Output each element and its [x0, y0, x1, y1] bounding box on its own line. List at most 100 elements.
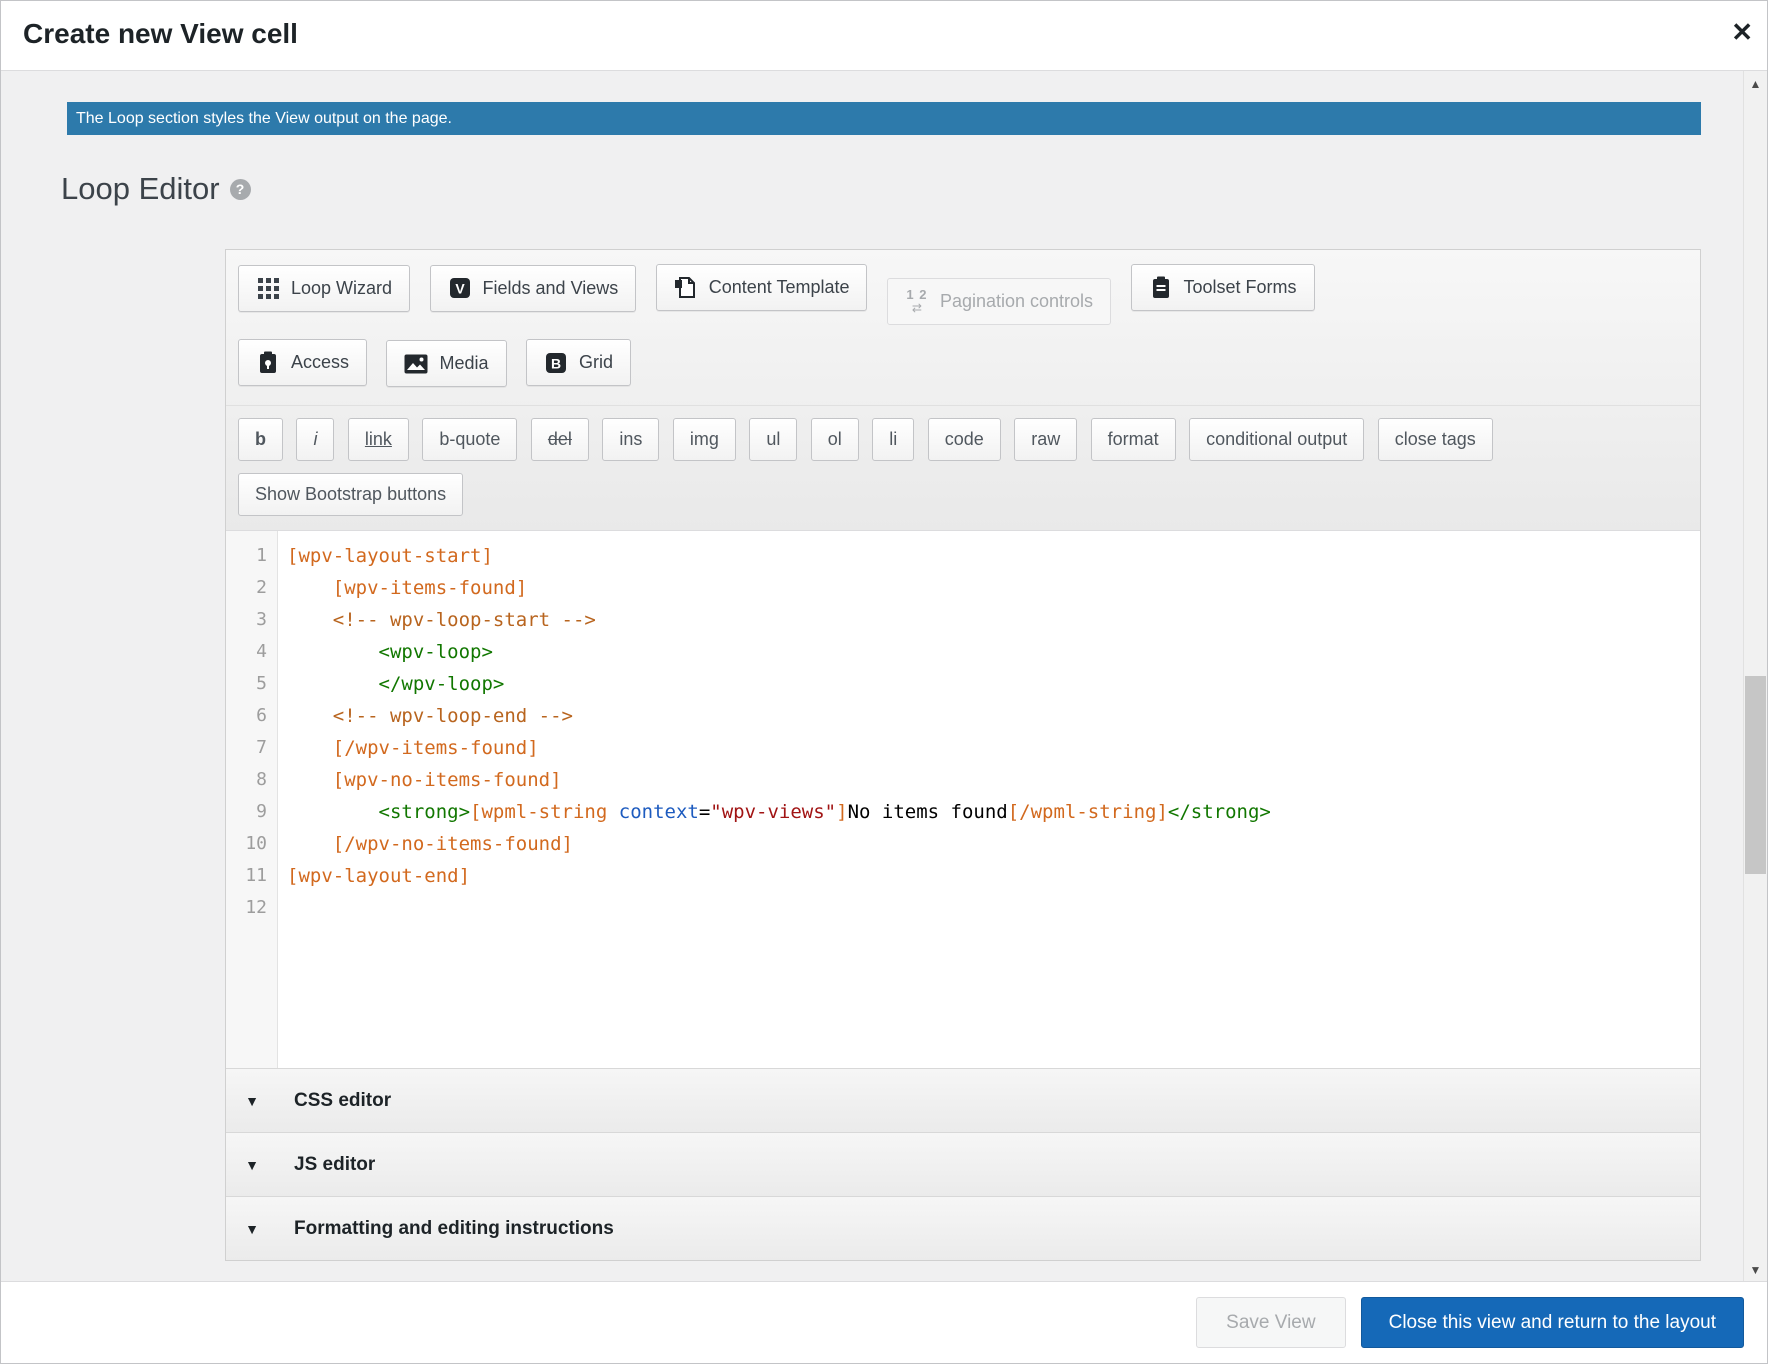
chevron-down-icon[interactable]: ▼: [226, 1157, 278, 1173]
css-editor-label: CSS editor: [294, 1090, 391, 1112]
close-and-return-button[interactable]: Close this view and return to the layout: [1361, 1297, 1744, 1348]
code-line: <!-- wpv-loop-end -->: [287, 700, 1700, 732]
loop-editor-panel: Loop Wizard V Fields and Views: [225, 249, 1701, 1261]
line-number: 1: [226, 540, 277, 572]
quicktag-del[interactable]: del: [531, 418, 589, 461]
quicktags-row: b i link b-quote del ins img ul ol li co…: [238, 418, 1688, 461]
content-template-icon: [674, 276, 698, 300]
content-template-label: Content Template: [709, 277, 850, 298]
access-icon: [256, 350, 280, 374]
dialog-header: Create new View cell ✕: [1, 1, 1767, 71]
close-icon[interactable]: ✕: [1731, 19, 1753, 45]
help-icon[interactable]: ?: [230, 179, 251, 200]
scroll-up-icon[interactable]: ▲: [1744, 71, 1767, 97]
loop-wizard-label: Loop Wizard: [291, 278, 392, 299]
quicktag-conditional-output[interactable]: conditional output: [1189, 418, 1364, 461]
code-line: <wpv-loop>: [287, 636, 1700, 668]
formatting-instructions-bar[interactable]: ▼ Formatting and editing instructions: [226, 1196, 1700, 1260]
grid-icon: [256, 277, 280, 301]
bootstrap-row: Show Bootstrap buttons: [238, 473, 1688, 516]
pagination-controls-button[interactable]: 1 2 ⇄ Pagination controls: [887, 278, 1111, 325]
line-number: 2: [226, 572, 277, 604]
dialog-body: The Loop section styles the View output …: [1, 71, 1745, 1283]
access-button[interactable]: Access: [238, 339, 367, 386]
quicktag-li[interactable]: li: [872, 418, 914, 461]
formatting-instructions-label: Formatting and editing instructions: [294, 1218, 614, 1240]
toolbar-row-2: Access Media: [238, 339, 1688, 388]
toolset-forms-icon: [1149, 276, 1173, 300]
js-editor-bar[interactable]: ▼ JS editor: [226, 1132, 1700, 1196]
grid-button[interactable]: B Grid: [526, 339, 631, 386]
line-number: 8: [226, 764, 277, 796]
svg-text:B: B: [551, 355, 561, 371]
quicktag-format[interactable]: format: [1091, 418, 1176, 461]
quicktag-bold[interactable]: b: [238, 418, 283, 461]
line-number: 5: [226, 668, 277, 700]
media-button[interactable]: Media: [386, 340, 506, 387]
show-bootstrap-buttons-button[interactable]: Show Bootstrap buttons: [238, 473, 463, 516]
media-label: Media: [439, 353, 488, 374]
pagination-icon: 1 2 ⇄: [905, 289, 929, 313]
quicktag-close-tags[interactable]: close tags: [1378, 418, 1493, 461]
quicktag-link[interactable]: link: [348, 418, 409, 461]
svg-text:V: V: [455, 281, 465, 297]
code-line: </wpv-loop>: [287, 668, 1700, 700]
editor-toolbars: Loop Wizard V Fields and Views: [226, 250, 1700, 530]
grid-b-icon: B: [544, 351, 568, 375]
fields-and-views-icon: V: [448, 276, 472, 300]
shortcode-toolbar: Loop Wizard V Fields and Views: [226, 250, 1700, 406]
quicktag-italic[interactable]: i: [296, 418, 334, 461]
dialog-footer: Save View Close this view and return to …: [1, 1281, 1767, 1363]
pagination-controls-label: Pagination controls: [940, 291, 1093, 312]
chevron-down-icon[interactable]: ▼: [226, 1221, 278, 1237]
line-number: 7: [226, 732, 277, 764]
media-icon: [404, 352, 428, 376]
code-line: [/wpv-items-found]: [287, 732, 1700, 764]
code-line: [wpv-layout-start]: [287, 540, 1700, 572]
line-number: 4: [226, 636, 277, 668]
code-line: [287, 892, 1700, 924]
code-line: [wpv-layout-end]: [287, 860, 1700, 892]
loop-editor-heading: Loop Editor?: [61, 171, 251, 207]
content-template-button[interactable]: Content Template: [656, 264, 868, 311]
quicktag-raw[interactable]: raw: [1014, 418, 1077, 461]
loop-editor-heading-text: Loop Editor: [61, 171, 220, 206]
chevron-down-icon[interactable]: ▼: [226, 1093, 278, 1109]
js-editor-label: JS editor: [294, 1154, 375, 1176]
css-editor-bar[interactable]: ▼ CSS editor: [226, 1068, 1700, 1132]
save-view-button[interactable]: Save View: [1196, 1297, 1345, 1348]
code-lines[interactable]: [wpv-layout-start] [wpv-items-found] <!-…: [278, 531, 1700, 1068]
line-numbers: 123456789101112: [226, 531, 278, 1068]
loop-wizard-button[interactable]: Loop Wizard: [238, 265, 410, 312]
line-number: 9: [226, 796, 277, 828]
code-line: [wpv-items-found]: [287, 572, 1700, 604]
dialog-title: Create new View cell: [1, 1, 1767, 50]
quicktag-code[interactable]: code: [928, 418, 1001, 461]
toolset-forms-button[interactable]: Toolset Forms: [1131, 264, 1315, 311]
loop-section-notice: The Loop section styles the View output …: [67, 102, 1701, 135]
line-number: 6: [226, 700, 277, 732]
quicktag-blockquote[interactable]: b-quote: [422, 418, 517, 461]
fields-and-views-button[interactable]: V Fields and Views: [430, 265, 637, 312]
scroll-down-icon[interactable]: ▼: [1744, 1257, 1767, 1283]
quicktag-ol[interactable]: ol: [811, 418, 859, 461]
fields-and-views-label: Fields and Views: [483, 278, 619, 299]
code-line: [/wpv-no-items-found]: [287, 828, 1700, 860]
line-number: 10: [226, 828, 277, 860]
quicktag-img[interactable]: img: [673, 418, 736, 461]
quicktag-ins[interactable]: ins: [602, 418, 659, 461]
code-line: <!-- wpv-loop-start -->: [287, 604, 1700, 636]
toolbar-row-1: Loop Wizard V Fields and Views: [238, 264, 1688, 325]
line-number: 3: [226, 604, 277, 636]
toolset-forms-label: Toolset Forms: [1184, 277, 1297, 298]
code-line: <strong>[wpml-string context="wpv-views"…: [287, 796, 1700, 828]
access-label: Access: [291, 352, 349, 373]
vertical-scrollbar[interactable]: ▲ ▼: [1743, 71, 1767, 1283]
code-line: [wpv-no-items-found]: [287, 764, 1700, 796]
line-number: 11: [226, 860, 277, 892]
scrollbar-thumb[interactable]: [1745, 676, 1766, 874]
loop-code-editor: 123456789101112 [wpv-layout-start] [wpv-…: [226, 530, 1700, 1068]
create-view-cell-dialog: Create new View cell ✕ The Loop section …: [0, 0, 1768, 1364]
quicktags-toolbar: b i link b-quote del ins img ul ol li co…: [226, 406, 1700, 530]
quicktag-ul[interactable]: ul: [749, 418, 797, 461]
